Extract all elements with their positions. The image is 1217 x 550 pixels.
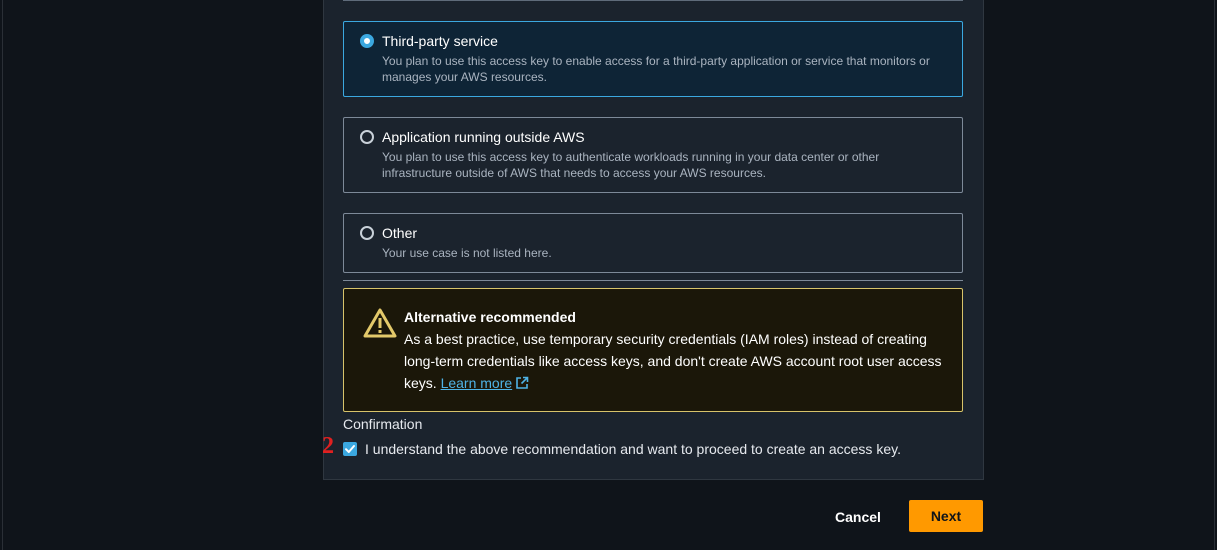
external-link-icon[interactable]	[515, 374, 529, 396]
previous-option-border	[343, 0, 963, 1]
option-application-outside-aws[interactable]: Application running outside AWS You plan…	[343, 117, 963, 193]
step-marker: 2	[322, 433, 334, 459]
checkmark-icon	[345, 445, 355, 453]
option-title: Other	[382, 225, 418, 241]
confirmation-checkbox[interactable]	[343, 442, 357, 456]
radio-unselected-icon[interactable]	[360, 130, 374, 144]
alert-title: Alternative recommended	[404, 309, 576, 325]
option-description: You plan to use this access key to enabl…	[382, 54, 930, 84]
option-description: You plan to use this access key to authe…	[382, 150, 880, 180]
learn-more-link[interactable]: Learn more	[441, 375, 513, 391]
option-other[interactable]: Other Your use case is not listed here.	[343, 213, 963, 273]
next-button[interactable]: Next	[909, 500, 983, 532]
option-title: Third-party service	[382, 33, 498, 49]
page: Third-party service You plan to use this…	[0, 0, 1217, 550]
radio-selected-icon[interactable]	[360, 34, 374, 48]
alert-body: As a best practice, use temporary securi…	[404, 328, 944, 396]
option-title: Application running outside AWS	[382, 129, 585, 145]
option-third-party-service[interactable]: Third-party service You plan to use this…	[343, 21, 963, 97]
divider	[343, 280, 963, 281]
option-description: Your use case is not listed here.	[382, 246, 552, 260]
radio-unselected-icon[interactable]	[360, 226, 374, 240]
confirmation-checkbox-label[interactable]: I understand the above recommendation an…	[365, 440, 901, 458]
warning-icon	[362, 307, 398, 339]
right-divider	[1214, 0, 1215, 550]
left-divider	[2, 0, 3, 550]
confirmation-label: Confirmation	[343, 416, 423, 432]
cancel-button[interactable]: Cancel	[820, 501, 896, 532]
alert-alternative-recommended: Alternative recommended As a best practi…	[343, 288, 963, 412]
